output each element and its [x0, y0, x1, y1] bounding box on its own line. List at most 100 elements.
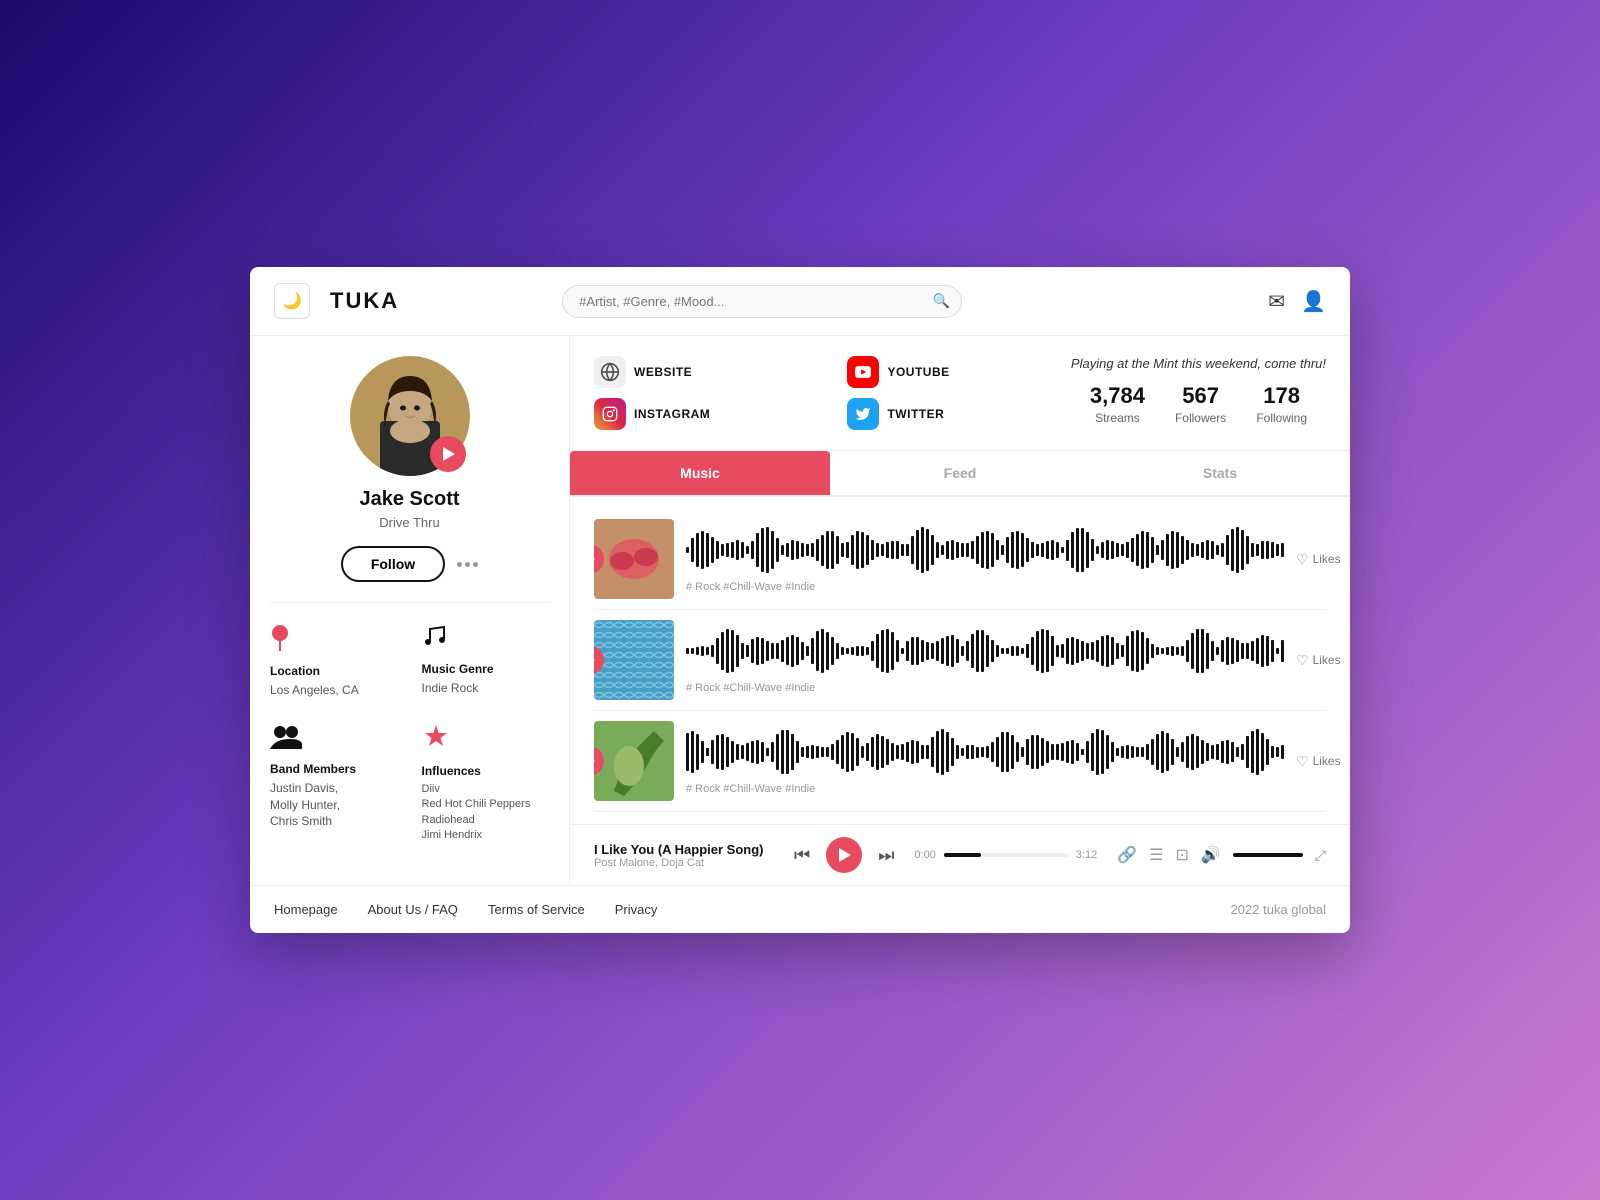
track-thumbnail: [594, 721, 674, 801]
waveform-bars[interactable]: [686, 525, 1284, 575]
waveform-bar: [856, 738, 859, 766]
waveform-bar: [1076, 743, 1079, 761]
band-info: Band Members Justin Davis, Molly Hunter,…: [270, 723, 398, 844]
waveform-bar: [806, 646, 809, 656]
tab-music[interactable]: Music: [570, 451, 830, 495]
play-pause-button[interactable]: [826, 837, 862, 873]
waveform-bar: [761, 742, 764, 761]
website-link[interactable]: WEBSITE: [594, 356, 817, 388]
waveform-bar: [766, 748, 769, 756]
progress-bar[interactable]: [944, 853, 1068, 857]
waveform-bar: [1071, 637, 1074, 665]
pip-icon[interactable]: ⊡: [1175, 845, 1188, 865]
waveform-bar: [1206, 540, 1209, 559]
waveform-bar: [1156, 647, 1159, 655]
search-bar: 🔍: [562, 285, 962, 318]
waveform-bar: [741, 542, 744, 559]
waveform-bar: [706, 748, 709, 755]
mail-icon[interactable]: ✉: [1268, 289, 1285, 314]
theme-toggle-button[interactable]: 🌙: [274, 283, 310, 319]
likes-button[interactable]: ♡ Likes: [1296, 753, 1341, 770]
footer-about[interactable]: About Us / FAQ: [368, 902, 458, 917]
waveform-bar: [1126, 745, 1129, 760]
waveform-bar: [1111, 742, 1114, 762]
waveform-bar: [801, 543, 804, 558]
expand-icon[interactable]: ⤢: [1315, 847, 1326, 864]
waveform-bar: [1066, 638, 1069, 663]
band-label: Band Members: [270, 762, 356, 776]
waveform-bar: [1026, 538, 1029, 562]
waveform-bar: [816, 746, 819, 759]
youtube-link[interactable]: YOUTUBE: [847, 356, 1070, 388]
waveform-bar: [1091, 539, 1094, 561]
waveform-bar: [766, 641, 769, 661]
waveform-bar: [1266, 636, 1269, 666]
footer-homepage[interactable]: Homepage: [274, 902, 338, 917]
waveform-bar: [831, 744, 834, 759]
track-item: # Rock #Chill-Wave #Indie ♡ Likes ⤴ Shar…: [594, 509, 1326, 610]
search-icon: 🔍: [933, 293, 950, 310]
next-button[interactable]: ⏭: [878, 845, 894, 866]
youtube-icon: [847, 356, 879, 388]
waveform-bar: [1266, 541, 1269, 560]
track-thumbnail: [594, 620, 674, 700]
waveform-bar: [1086, 741, 1089, 764]
waveform-bar: [1266, 739, 1269, 765]
more-button[interactable]: [457, 562, 478, 567]
tab-stats[interactable]: Stats: [1090, 451, 1350, 495]
tab-feed[interactable]: Feed: [830, 451, 1090, 495]
waveform-bar: [1066, 540, 1069, 561]
influences-icon: [422, 723, 450, 758]
waveform-bar: [1221, 741, 1224, 762]
waveform-bar: [761, 528, 764, 572]
logo: TUKA: [330, 288, 399, 314]
waveform-bar: [936, 641, 939, 660]
waveform-bar: [1236, 640, 1239, 662]
volume-bar[interactable]: [1233, 853, 1303, 857]
likes-button[interactable]: ♡ Likes: [1296, 551, 1341, 568]
waveform-bar: [1141, 531, 1144, 569]
waveform-bar: [1146, 744, 1149, 761]
waveform-bar: [951, 635, 954, 666]
waveform-bar: [1106, 635, 1109, 667]
waveform-bar: [1236, 527, 1239, 573]
waveform-bar: [1126, 636, 1129, 665]
track-tags: # Rock #Chill-Wave #Indie: [686, 682, 1284, 694]
footer-privacy[interactable]: Privacy: [615, 902, 658, 917]
search-input[interactable]: [562, 285, 962, 318]
waveform-bar: [906, 742, 909, 763]
list-icon[interactable]: ☰: [1149, 845, 1163, 865]
instagram-link[interactable]: INSTAGRAM: [594, 398, 817, 430]
player-title: I Like You (A Happier Song): [594, 842, 774, 857]
twitter-link[interactable]: TWITTER: [847, 398, 1070, 430]
waveform-bar: [881, 544, 884, 557]
volume-icon[interactable]: 🔊: [1201, 845, 1221, 865]
waveform-bars[interactable]: [686, 727, 1284, 777]
prev-button[interactable]: ⏮: [794, 845, 810, 866]
avatar-play-button[interactable]: [430, 436, 466, 472]
waveform-bar: [736, 635, 739, 667]
waveform-bar: [1271, 746, 1274, 758]
waveform-bar: [781, 640, 784, 662]
waveform-bar: [1026, 739, 1029, 765]
waveform-bars[interactable]: [686, 626, 1284, 676]
waveform-bar: [976, 747, 979, 758]
link-icon[interactable]: 🔗: [1117, 845, 1137, 865]
waveform-bar: [756, 740, 759, 764]
waveform-bar: [731, 630, 734, 672]
waveform-bar: [1211, 745, 1214, 760]
waveform-bar: [786, 543, 789, 557]
user-icon[interactable]: 👤: [1301, 289, 1326, 314]
follow-button[interactable]: Follow: [341, 546, 445, 582]
waveform-bar: [1116, 543, 1119, 557]
right-panel: WEBSITE YOUTUBE INSTAGRAM: [570, 336, 1350, 885]
footer-terms[interactable]: Terms of Service: [488, 902, 585, 917]
waveform-bar: [1151, 537, 1154, 564]
waveform-bar: [1031, 735, 1034, 769]
likes-button[interactable]: ♡ Likes: [1296, 652, 1341, 669]
genre-label: Music Genre: [422, 662, 494, 676]
app-window: 🌙 TUKA 🔍 ✉ 👤: [250, 267, 1350, 933]
waveform-bar: [896, 640, 899, 663]
waveform-bar: [911, 536, 914, 563]
waveform-bar: [1206, 743, 1209, 760]
